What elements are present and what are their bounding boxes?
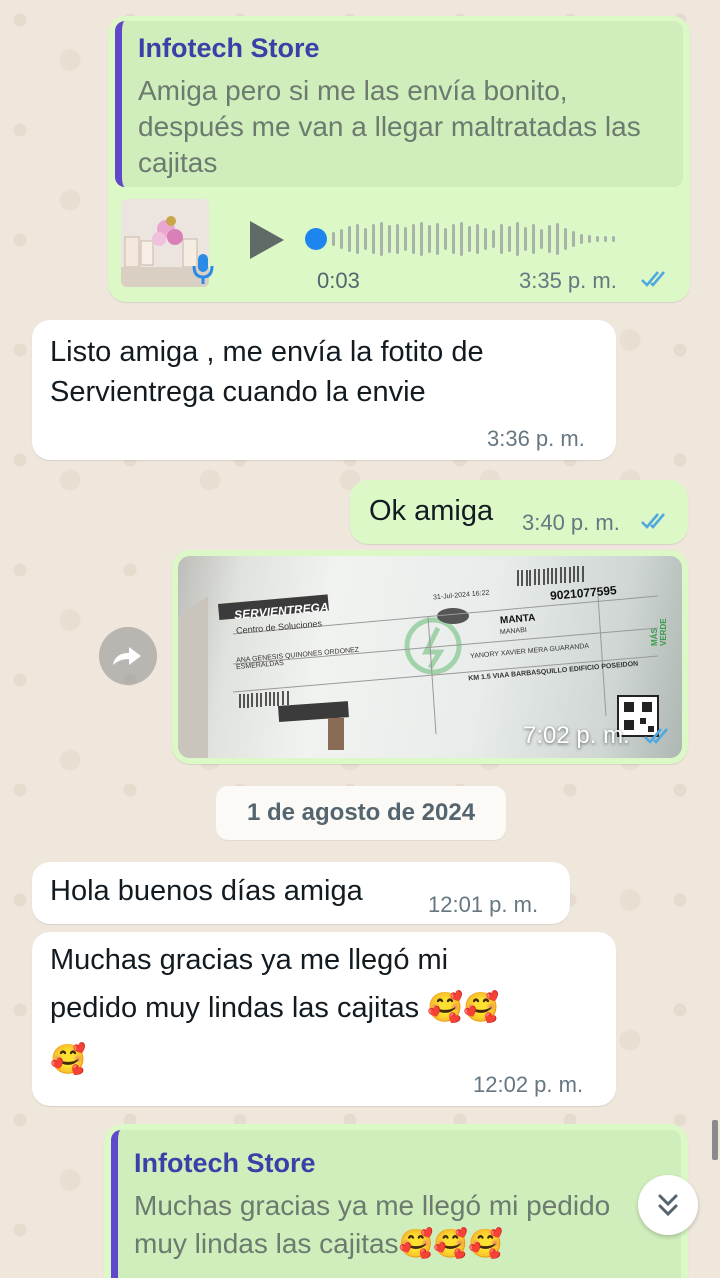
message-time: 3:35 p. m. xyxy=(519,268,617,293)
scrollbar-thumb[interactable] xyxy=(712,1120,718,1160)
message-text: Listo amiga , me envía la fotito de Serv… xyxy=(50,336,484,408)
quote-text-line1: Muchas gracias ya me llegó mi pedido xyxy=(134,1190,611,1221)
message-time: 3:40 p. m. xyxy=(522,510,620,535)
smiling-hearts-emoji: 🥰🥰 xyxy=(427,992,500,1024)
message-text-line2-text: pedido muy lindas las cajitas xyxy=(50,992,420,1024)
voice-waveform[interactable] xyxy=(332,221,615,257)
receipt-stamp: MÁS VERDE xyxy=(650,618,668,646)
quote-text-line2: muy lindas las cajitas🥰🥰🥰 xyxy=(134,1226,671,1262)
shipping-receipt-photo[interactable]: SERVIENTREGA Centro de Soluciones 902107… xyxy=(178,556,682,758)
smiling-hearts-emoji: 🥰 xyxy=(50,1044,87,1076)
mic-icon xyxy=(192,252,214,291)
read-ticks-icon xyxy=(641,269,671,294)
message-text: Ok amiga xyxy=(369,495,494,527)
voice-duration: 0:03 xyxy=(317,268,360,293)
message-text: Hola buenos días amiga xyxy=(50,875,363,907)
read-ticks-icon xyxy=(641,511,671,536)
forward-icon[interactable] xyxy=(99,627,157,685)
quote-author: Infotech Store xyxy=(134,1148,316,1178)
outgoing-reply-message[interactable]: Infotech Store Muchas gracias ya me lleg… xyxy=(104,1124,688,1278)
quote-text: Amiga pero si me las envía bonito, despu… xyxy=(138,75,641,178)
voice-progress-handle[interactable] xyxy=(305,228,327,250)
read-ticks-icon xyxy=(644,726,674,751)
outgoing-voice-message[interactable]: Infotech Store Amiga pero si me las enví… xyxy=(108,16,690,302)
message-time: 3:36 p. m. xyxy=(487,426,585,451)
incoming-text-message[interactable]: Hola buenos días amiga 12:01 p. m. xyxy=(32,862,570,924)
message-text-line1: Muchas gracias ya me llegó mi xyxy=(50,944,449,976)
message-time: 12:02 p. m. xyxy=(473,1072,584,1097)
outgoing-text-message[interactable]: Ok amiga 3:40 p. m. xyxy=(350,480,688,544)
quoted-message[interactable]: Infotech Store Amiga pero si me las enví… xyxy=(115,21,683,187)
quote-text-line2-text: muy lindas las cajitas xyxy=(134,1228,399,1259)
chevron-double-down-icon[interactable] xyxy=(638,1175,698,1235)
message-text-line2: pedido muy lindas las cajitas 🥰🥰 xyxy=(50,988,499,1028)
quoted-message[interactable]: Infotech Store Muchas gracias ya me lleg… xyxy=(111,1130,681,1278)
quote-author: Infotech Store xyxy=(138,33,320,63)
incoming-text-message[interactable]: Listo amiga , me envía la fotito de Serv… xyxy=(32,320,616,460)
outgoing-image-message[interactable]: SERVIENTREGA Centro de Soluciones 902107… xyxy=(172,550,688,764)
smiling-hearts-emoji: 🥰🥰🥰 xyxy=(398,1228,504,1259)
message-time: 7:02 p. m. xyxy=(523,722,630,749)
play-icon[interactable] xyxy=(248,219,286,266)
message-time: 12:01 p. m. xyxy=(428,892,539,917)
date-divider: 1 de agosto de 2024 xyxy=(216,786,506,840)
incoming-text-message[interactable]: Muchas gracias ya me llegó mi pedido muy… xyxy=(32,932,616,1106)
